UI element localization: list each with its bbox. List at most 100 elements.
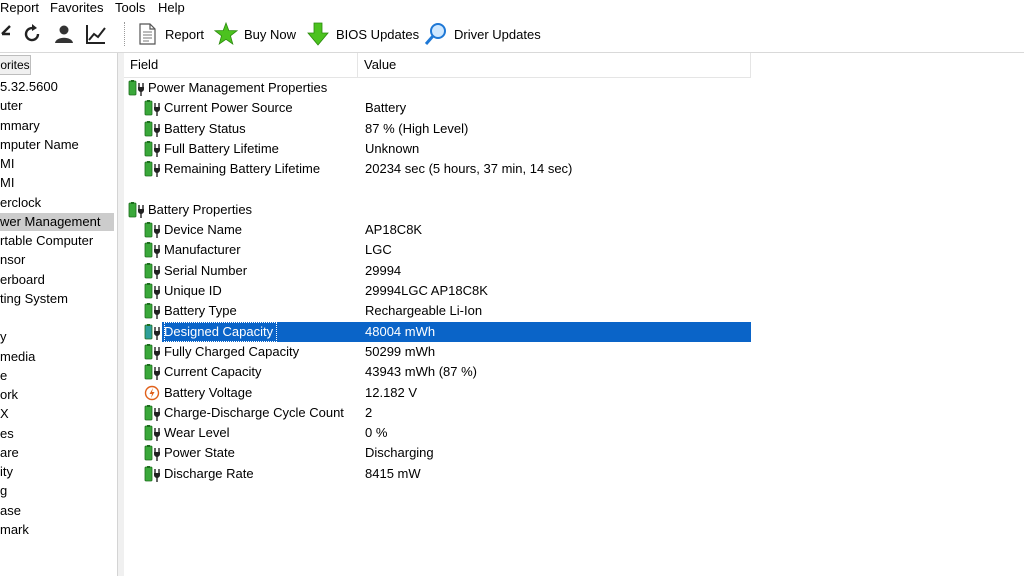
battery-plug-icon bbox=[144, 263, 162, 279]
tree-item[interactable]: g bbox=[0, 482, 7, 500]
property-value: 8415 mW bbox=[365, 466, 421, 481]
menu-tools[interactable]: Tools bbox=[115, 0, 145, 16]
property-value: 87 % (High Level) bbox=[365, 121, 469, 136]
property-row[interactable]: Current Power Source Battery bbox=[124, 98, 751, 118]
driver-updates-button[interactable]: Driver Updates bbox=[424, 20, 541, 48]
column-value[interactable]: Value bbox=[358, 53, 751, 77]
battery-plug-icon bbox=[144, 303, 162, 319]
property-value: 50299 mWh bbox=[365, 344, 436, 359]
battery-plug-icon bbox=[144, 100, 162, 116]
property-row[interactable]: Manufacturer LGC bbox=[124, 240, 751, 260]
tree-item[interactable]: mark bbox=[0, 521, 29, 539]
property-value: 12.182 V bbox=[365, 385, 418, 400]
property-value: Battery bbox=[365, 100, 407, 115]
property-field: Discharge Rate bbox=[164, 466, 254, 481]
tree-item[interactable]: MI bbox=[0, 155, 14, 173]
tree-item[interactable]: ting System bbox=[0, 290, 68, 308]
buy-now-button[interactable]: Buy Now bbox=[214, 20, 296, 48]
group-title: Battery Properties bbox=[148, 202, 253, 217]
property-field: Current Power Source bbox=[164, 100, 293, 115]
property-row[interactable]: Battery Voltage 12.182 V bbox=[124, 383, 751, 403]
tree-item[interactable]: y bbox=[0, 328, 7, 346]
tab-favorites[interactable]: orites bbox=[0, 55, 31, 75]
tree-item[interactable]: mmary bbox=[0, 117, 40, 135]
property-value: 0 % bbox=[365, 425, 388, 440]
tree-item[interactable]: nsor bbox=[0, 251, 25, 269]
refresh-icon[interactable] bbox=[20, 22, 44, 46]
tree-item[interactable]: 5.32.5600 bbox=[0, 78, 58, 96]
property-row[interactable]: Serial Number 29994 bbox=[124, 261, 751, 281]
property-row[interactable]: Battery Status 87 % (High Level) bbox=[124, 119, 751, 139]
tree-item[interactable]: X bbox=[0, 405, 9, 423]
property-field: Serial Number bbox=[164, 263, 248, 278]
property-value: Discharging bbox=[365, 445, 434, 460]
battery-plug-icon bbox=[128, 202, 146, 218]
tree-item[interactable]: media bbox=[0, 348, 35, 366]
property-field: Battery Status bbox=[164, 121, 246, 136]
column-field[interactable]: Field bbox=[124, 53, 358, 77]
chart-icon[interactable] bbox=[84, 22, 108, 46]
menu-report[interactable]: Report bbox=[0, 0, 39, 16]
star-icon bbox=[214, 22, 238, 45]
group-header[interactable]: Power Management Properties bbox=[124, 78, 751, 98]
property-row[interactable]: Wear Level 0 % bbox=[124, 423, 751, 443]
tree-item[interactable]: erclock bbox=[0, 194, 41, 212]
tree-item[interactable]: e bbox=[0, 367, 7, 385]
property-field: Designed Capacity bbox=[164, 322, 278, 342]
property-row[interactable]: Charge-Discharge Cycle Count 2 bbox=[124, 403, 751, 423]
property-row[interactable]: Device Name AP18C8K bbox=[124, 220, 751, 240]
property-row[interactable]: Full Battery Lifetime Unknown bbox=[124, 139, 751, 159]
details-pane: Field Value Power Management Properties C… bbox=[124, 53, 1024, 576]
tree-item[interactable]: ity bbox=[0, 463, 13, 481]
tree-item[interactable]: mputer Name bbox=[0, 136, 79, 154]
bios-updates-label: BIOS Updates bbox=[336, 26, 420, 42]
menu-bar: Report Favorites Tools Help bbox=[0, 0, 1024, 16]
tree-item[interactable]: es bbox=[0, 425, 14, 443]
group-header[interactable]: Battery Properties bbox=[124, 200, 751, 220]
property-row[interactable]: Fully Charged Capacity 50299 mWh bbox=[124, 342, 751, 362]
bios-updates-button[interactable]: BIOS Updates bbox=[306, 20, 419, 48]
property-row[interactable]: Designed Capacity 48004 mWh bbox=[144, 322, 751, 342]
battery-plug-icon bbox=[144, 344, 162, 360]
property-row[interactable]: Remaining Battery Lifetime 20234 sec (5 h… bbox=[124, 159, 751, 179]
battery-plug-icon bbox=[144, 222, 162, 238]
group-title: Power Management Properties bbox=[148, 80, 328, 95]
battery-plug-icon bbox=[144, 283, 162, 299]
property-row[interactable]: Current Capacity 43943 mWh (87 %) bbox=[124, 362, 751, 382]
battery-plug-icon bbox=[144, 445, 162, 461]
menu-favorites[interactable]: Favorites bbox=[50, 0, 103, 16]
property-value: 29994LGC AP18C8K bbox=[365, 283, 488, 298]
property-value: Unknown bbox=[365, 141, 420, 156]
battery-plug-icon bbox=[144, 466, 162, 482]
user-icon[interactable] bbox=[52, 22, 76, 46]
back-arrow-icon[interactable] bbox=[0, 22, 20, 46]
tree-item[interactable]: ork bbox=[0, 386, 18, 404]
property-row[interactable]: Power State Discharging bbox=[124, 443, 751, 463]
property-value: 43943 mWh (87 %) bbox=[365, 364, 477, 379]
property-value: AP18C8K bbox=[365, 222, 423, 237]
property-field: Fully Charged Capacity bbox=[164, 344, 300, 359]
report-icon bbox=[139, 23, 156, 45]
property-row[interactable]: Unique ID 29994LGC AP18C8K bbox=[124, 281, 751, 301]
menu-help[interactable]: Help bbox=[158, 0, 185, 16]
driver-updates-label: Driver Updates bbox=[454, 26, 541, 42]
battery-plug-icon bbox=[144, 161, 162, 177]
toolbar: Report Buy Now BIOS Updates Driver Updat… bbox=[0, 16, 1024, 53]
battery-plug-icon bbox=[144, 242, 162, 258]
property-field: Full Battery Lifetime bbox=[164, 141, 279, 156]
column-header: Field Value bbox=[124, 53, 751, 78]
property-value: 2 bbox=[365, 405, 373, 420]
tree-item[interactable]: rtable Computer bbox=[0, 232, 93, 250]
report-button[interactable]: Report bbox=[135, 20, 204, 48]
tree-item[interactable]: MI bbox=[0, 174, 14, 192]
property-row[interactable]: Battery Type Rechargeable Li-Ion bbox=[124, 301, 751, 321]
property-field: Charge-Discharge Cycle Count bbox=[164, 405, 344, 420]
tree-item[interactable]: wer Management bbox=[0, 213, 115, 231]
tree-item[interactable]: are bbox=[0, 444, 19, 462]
tree-item[interactable]: erboard bbox=[0, 271, 45, 289]
tree-item[interactable]: ase bbox=[0, 502, 21, 520]
property-row[interactable]: Discharge Rate 8415 mW bbox=[124, 464, 751, 484]
tree-item[interactable]: uter bbox=[0, 97, 22, 115]
battery-plug-icon bbox=[144, 405, 162, 421]
battery-plug-icon bbox=[144, 364, 162, 380]
